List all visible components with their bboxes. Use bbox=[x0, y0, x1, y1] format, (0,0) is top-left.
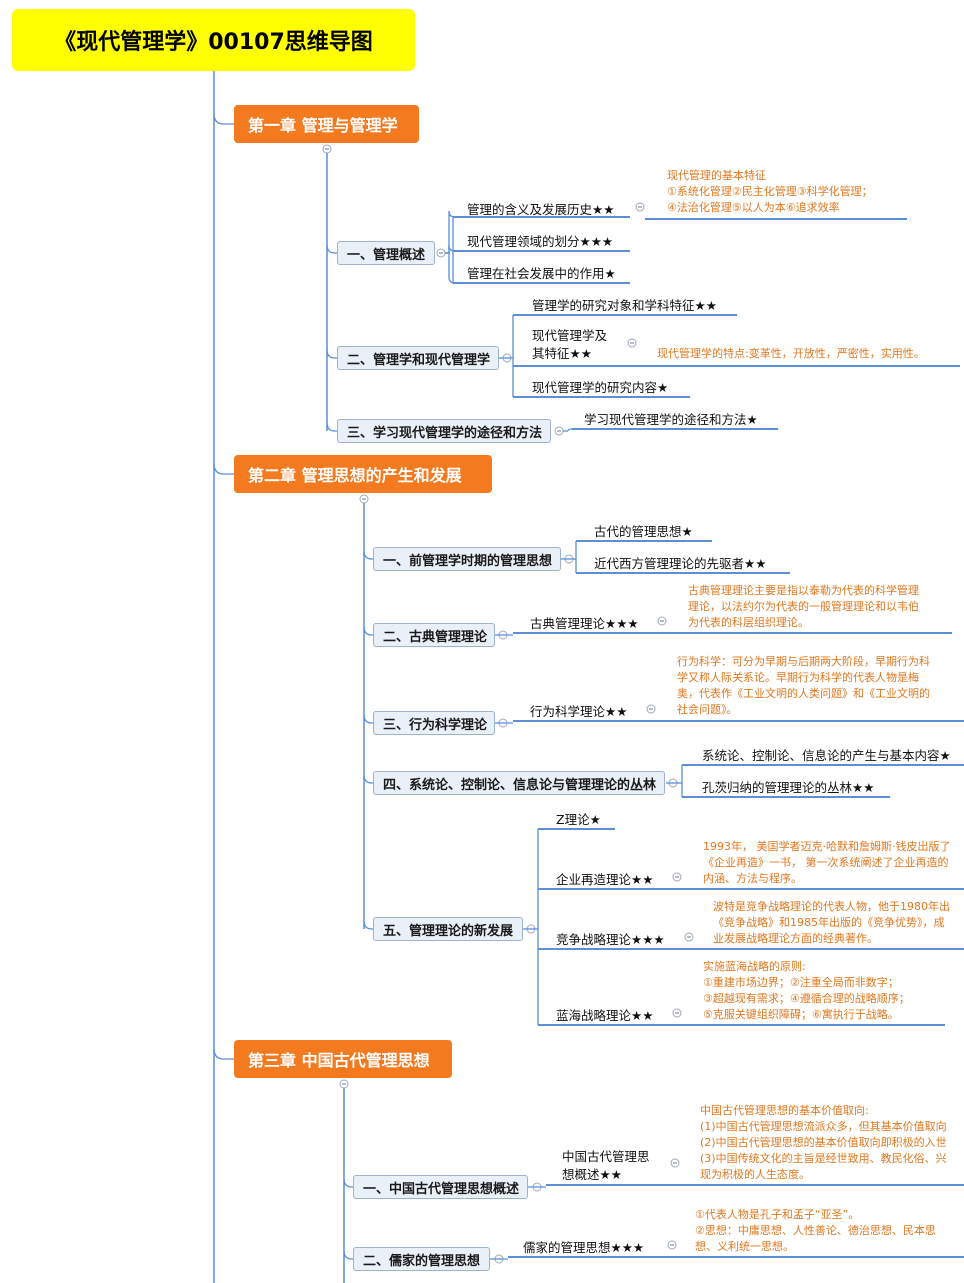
section-connector bbox=[326, 422, 337, 432]
section-connector bbox=[363, 774, 373, 784]
ch2-s4-item-2[interactable]: 孔茨归纳的管理理论的丛林★★ bbox=[702, 777, 874, 798]
ch1-section-1[interactable]: 一、管理概述 bbox=[337, 241, 435, 265]
ch1-s2-item-1[interactable]: 管理学的研究对象和学科特征★★ bbox=[532, 295, 717, 316]
ch2-s5-item-4[interactable]: 蓝海战略理论★★ bbox=[556, 1005, 653, 1026]
section-connector bbox=[343, 1250, 353, 1260]
ch3-s1-item-1[interactable]: 中国古代管理思 想概述★★ bbox=[562, 1148, 650, 1186]
ch1-section-3[interactable]: 三、学习现代管理学的途径和方法 bbox=[337, 419, 551, 443]
ch1-s2-item-2[interactable]: 现代管理学及 其特征★★ bbox=[532, 327, 607, 365]
ch1-section-2[interactable]: 二、管理学和现代管理学 bbox=[337, 346, 499, 370]
ch2-section-1[interactable]: 一、前管理学时期的管理思想 bbox=[373, 547, 561, 571]
ch2-s2-note-1: 古典管理理论主要是指以泰勒为代表的科学管理 理论，以法约尔为代表的一般管理理论和… bbox=[688, 584, 919, 629]
ch2-s2-item-1[interactable]: 古典管理理论★★★ bbox=[530, 613, 639, 634]
ch1-s1-item-2[interactable]: 现代管理领域的划分★★★ bbox=[467, 231, 613, 252]
ch3-section-2[interactable]: 二、儒家的管理思想 bbox=[353, 1247, 490, 1271]
ch3-section-1[interactable]: 一、中国古代管理思想概述 bbox=[353, 1175, 528, 1199]
ch2-s5-item-2[interactable]: 企业再造理论★★ bbox=[556, 869, 653, 890]
ch2-s3-note-1: 行为科学：可分为早期与后期两大阶段，早期行为科 学又称人际关系论。早期行为科学的… bbox=[677, 655, 930, 716]
chapter-1-node[interactable]: 第一章 管理与管理学 bbox=[234, 105, 419, 143]
ch2-s5-item-3[interactable]: 竞争战略理论★★★ bbox=[556, 929, 665, 950]
ch2-s5-note-4: 实施蓝海战略的原则: ①重建市场边界；②注重全局而非数字； ③超越现有需求；④遵… bbox=[703, 960, 910, 1021]
chapter-connector bbox=[213, 1048, 234, 1060]
section-connector bbox=[363, 714, 373, 724]
ch1-s3-item-1[interactable]: 学习现代管理学的途径和方法★ bbox=[584, 409, 758, 430]
root-topic[interactable]: 《现代管理学》00107思维导图 bbox=[12, 9, 415, 71]
section-connector bbox=[326, 244, 337, 254]
ch1-s1-note-1: 现代管理的基本特征 ①系统化管理②民主化管理③科学化管理； ④法治化管理⑤以人为… bbox=[667, 169, 873, 214]
ch2-section-2[interactable]: 二、古典管理理论 bbox=[373, 623, 495, 647]
ch2-s5-item-1[interactable]: Z理论★ bbox=[556, 809, 601, 830]
chapter-3-node[interactable]: 第三章 中国古代管理思想 bbox=[234, 1040, 452, 1078]
section-connector bbox=[326, 349, 337, 359]
section-connector bbox=[363, 550, 373, 560]
ch3-s2-note-1: ①代表人物是孔子和孟子“亚圣”。 ②思想：中庸思想、人性善论、德治思想、民本思 … bbox=[695, 1208, 936, 1253]
section-connector bbox=[363, 626, 373, 636]
ch3-s1-note-1: 中国古代管理思想的基本价值取向: (1)中国古代管理思想流派众多，但其基本价值取… bbox=[700, 1104, 947, 1181]
ch2-section-5[interactable]: 五、管理理论的新发展 bbox=[373, 917, 523, 941]
ch2-s1-item-1[interactable]: 古代的管理思想★ bbox=[594, 521, 693, 542]
ch2-section-4[interactable]: 四、系统论、控制论、信息论与管理理论的丛林 bbox=[373, 771, 665, 795]
ch2-s4-item-1[interactable]: 系统论、控制论、信息论的产生与基本内容★ bbox=[702, 745, 951, 766]
section-connector bbox=[343, 1178, 353, 1188]
ch1-s1-item-3[interactable]: 管理在社会发展中的作用★ bbox=[467, 263, 616, 284]
ch1-s2-item-3[interactable]: 现代管理学的研究内容★ bbox=[532, 377, 668, 398]
ch1-s2-note-2: 现代管理学的特点:变革性，开放性，严密性，实用性。 bbox=[657, 347, 925, 360]
ch2-s3-item-1[interactable]: 行为科学理论★★ bbox=[530, 701, 627, 722]
ch3-s2-item-1[interactable]: 儒家的管理思想★★★ bbox=[523, 1237, 644, 1258]
ch2-section-3[interactable]: 三、行为科学理论 bbox=[373, 711, 495, 735]
ch2-s5-note-2: 1993年， 美国学者迈克·哈默和詹姆斯·钱皮出版了 《企业再造》一书， 第一次… bbox=[703, 840, 951, 885]
chapter-connector bbox=[213, 113, 234, 125]
ch1-s1-item-1[interactable]: 管理的含义及发展历史★★ bbox=[467, 199, 614, 220]
ch2-s1-item-2[interactable]: 近代西方管理理论的先驱者★★ bbox=[594, 553, 766, 574]
ch2-s5-note-3: 波特是竞争战略理论的代表人物，他于1980年出 《竞争战略》和1985年出版的《… bbox=[713, 900, 950, 945]
section-connector bbox=[363, 920, 373, 930]
chapter-connector bbox=[213, 463, 234, 475]
chapter-2-node[interactable]: 第二章 管理思想的产生和发展 bbox=[234, 455, 492, 493]
